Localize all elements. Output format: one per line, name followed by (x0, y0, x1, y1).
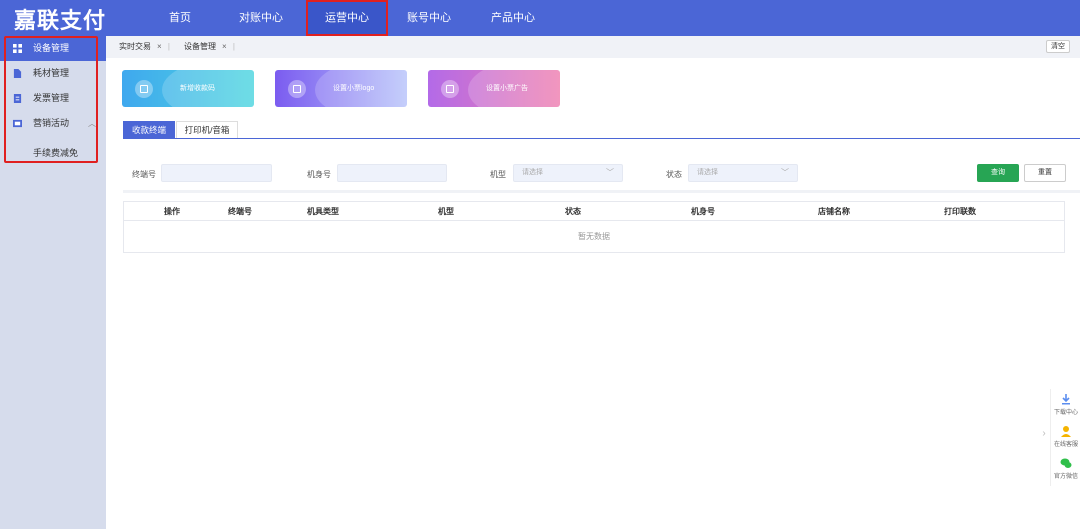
model-select[interactable]: 请选择 ﹀ (513, 164, 623, 182)
wechat-icon (1060, 458, 1072, 468)
sidebar-subitem-fee-waiver[interactable]: 手续费减免 (33, 142, 78, 164)
status-select[interactable]: 请选择 ﹀ (688, 164, 798, 182)
chevron-down-icon: ﹀ (606, 168, 614, 177)
top-nav-bar: 嘉联支付 首页 对账中心 运营中心 账号中心 产品中心 (0, 0, 1080, 36)
sidebar: 设备管理 耗材管理 发票管理 营销活动 ︿ 手续费减免 (0, 36, 106, 529)
filter-divider (123, 190, 1080, 193)
nav-account[interactable]: 账号中心 (404, 0, 454, 36)
nav-reconciliation[interactable]: 对账中心 (236, 0, 286, 36)
column-header: 机具类型 (307, 207, 339, 216)
column-header: 机型 (438, 207, 454, 216)
official-wechat-button[interactable]: 官方微信 (1051, 457, 1080, 480)
download-icon (1062, 394, 1070, 405)
status-label: 状态 (666, 170, 682, 179)
sidebar-item-device[interactable]: 设备管理 (0, 36, 106, 61)
sn-label: 机身号 (307, 170, 331, 179)
column-header: 操作 (164, 207, 180, 216)
nav-home[interactable]: 首页 (162, 0, 198, 36)
card-label: 设置小票logo (333, 85, 375, 92)
sidebar-item-label: 耗材管理 (33, 68, 70, 78)
subtab-divider (123, 138, 1080, 139)
tab-payment-terminal[interactable]: 收款终端 (123, 121, 175, 139)
qrcode-icon (135, 80, 153, 98)
reset-button[interactable]: 重置 (1024, 164, 1066, 182)
close-icon[interactable]: × (222, 42, 227, 51)
column-header: 机身号 (691, 207, 715, 216)
download-center-button[interactable]: 下载中心 (1051, 393, 1080, 416)
terminal-no-input[interactable] (161, 164, 272, 182)
chevron-right-icon[interactable]: › (1038, 424, 1050, 444)
add-qrcode-card[interactable]: 新增收款码 (122, 70, 254, 107)
tab-printer-speaker[interactable]: 打印机/音箱 (176, 121, 238, 139)
model-label: 机型 (490, 170, 506, 179)
grid-icon (13, 44, 22, 53)
support-agent-icon (1061, 426, 1071, 437)
nav-operations[interactable]: 运营中心 (306, 0, 388, 36)
column-header: 打印联数 (944, 207, 976, 216)
invoice-icon (13, 94, 22, 103)
image-icon (288, 80, 306, 98)
card-label: 新增收款码 (180, 85, 215, 92)
app-logo: 嘉联支付 (14, 9, 107, 34)
sidebar-item-invoice[interactable]: 发票管理 (0, 86, 106, 111)
close-icon[interactable]: × (157, 42, 162, 51)
terminal-table: 操作 终端号 机具类型 机型 状态 机身号 店铺名称 打印联数 暂无数据 (123, 201, 1065, 253)
empty-state: 暂无数据 (578, 232, 610, 241)
file-icon (13, 69, 22, 78)
sidebar-item-label: 发票管理 (33, 93, 70, 103)
nav-products[interactable]: 产品中心 (488, 0, 538, 36)
set-receipt-logo-card[interactable]: 设置小票logo (275, 70, 407, 107)
chevron-up-icon: ︿ (88, 119, 96, 128)
tab-device-management[interactable]: 设备管理 × | (184, 40, 235, 54)
terminal-no-label: 终端号 (132, 170, 156, 179)
query-button[interactable]: 查询 (977, 164, 1019, 182)
page-tab-bar: 实时交易 × | 设备管理 × | 清空 (106, 36, 1080, 58)
card-label: 设置小票广告 (486, 85, 528, 92)
online-support-button[interactable]: 在线客服 (1051, 425, 1080, 448)
sidebar-item-label: 设备管理 (33, 43, 70, 53)
column-header: 店铺名称 (818, 207, 850, 216)
clear-tabs-button[interactable]: 清空 (1046, 40, 1070, 53)
ad-icon (441, 80, 459, 98)
tab-realtime-trade[interactable]: 实时交易 × | (119, 40, 170, 54)
chevron-down-icon: ﹀ (781, 168, 789, 177)
sidebar-item-marketing[interactable]: 营销活动 ︿ (0, 111, 106, 136)
column-header: 状态 (565, 207, 581, 216)
sidebar-item-label: 营销活动 (33, 118, 70, 128)
promo-icon (13, 119, 22, 128)
sidebar-item-consumables[interactable]: 耗材管理 (0, 61, 106, 86)
column-header: 终端号 (228, 207, 252, 216)
set-receipt-ad-card[interactable]: 设置小票广告 (428, 70, 560, 107)
table-header: 操作 终端号 机具类型 机型 状态 机身号 店铺名称 打印联数 (124, 202, 1064, 221)
floating-service-panel: 下载中心 在线客服 官方微信 (1050, 389, 1080, 486)
sn-input[interactable] (337, 164, 447, 182)
